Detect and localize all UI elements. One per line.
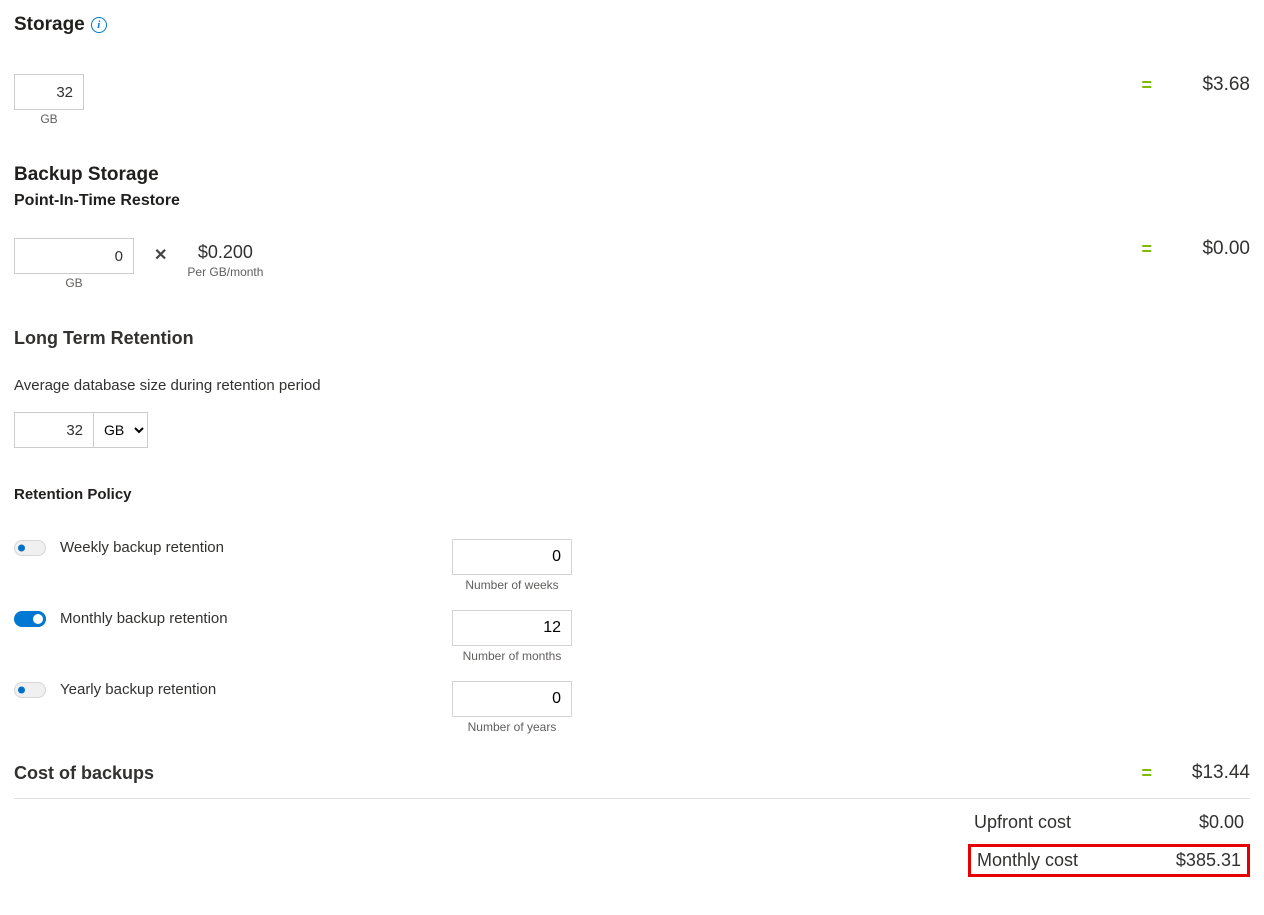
- pitr-unit: GB: [65, 276, 82, 290]
- storage-cost: $3.68: [1180, 74, 1250, 96]
- storage-input[interactable]: [14, 74, 84, 110]
- monthly-cost-value: $385.31: [1176, 850, 1241, 871]
- yearly-retention-input[interactable]: [452, 681, 572, 717]
- weekly-retention-input[interactable]: [452, 539, 572, 575]
- storage-heading: Storage i: [14, 14, 107, 36]
- avg-db-size-label: Average database size during retention p…: [14, 377, 1250, 394]
- backup-storage-heading: Backup Storage: [14, 164, 159, 186]
- monthly-cost-label: Monthly cost: [977, 850, 1078, 871]
- upfront-cost-label: Upfront cost: [974, 812, 1071, 833]
- monthly-retention-input[interactable]: [452, 610, 572, 646]
- storage-unit: GB: [40, 112, 57, 126]
- avg-db-size-unit-select[interactable]: GB: [94, 412, 148, 448]
- divider: [14, 798, 1250, 799]
- pitr-price: $0.200: [187, 238, 263, 263]
- storage-input-block: GB: [14, 74, 84, 126]
- backup-storage-title: Backup Storage: [14, 164, 159, 186]
- pitr-price-caption: Per GB/month: [187, 265, 263, 279]
- pitr-subtitle: Point-In-Time Restore: [14, 192, 1250, 210]
- pitr-input-block: GB: [14, 238, 134, 290]
- multiply-icon: ✕: [154, 238, 167, 265]
- ltr-heading: Long Term Retention: [14, 328, 1250, 349]
- upfront-cost-row: Upfront cost $0.00: [968, 809, 1250, 836]
- weekly-retention-label: Weekly backup retention: [60, 539, 224, 556]
- retention-policy-heading: Retention Policy: [14, 486, 1250, 503]
- equals-sign: =: [1141, 764, 1152, 782]
- info-icon[interactable]: i: [91, 17, 107, 33]
- equals-sign: =: [1141, 76, 1152, 94]
- avg-db-size-input[interactable]: [14, 412, 94, 448]
- yearly-retention-toggle[interactable]: [14, 682, 46, 698]
- monthly-retention-label: Monthly backup retention: [60, 610, 228, 627]
- pitr-input[interactable]: [14, 238, 134, 274]
- weekly-retention-caption: Number of weeks: [465, 578, 558, 592]
- monthly-retention-toggle[interactable]: [14, 611, 46, 627]
- upfront-cost-value: $0.00: [1199, 812, 1244, 833]
- yearly-retention-label: Yearly backup retention: [60, 681, 216, 698]
- yearly-retention-caption: Number of years: [468, 720, 557, 734]
- pitr-cost: $0.00: [1180, 238, 1250, 260]
- pitr-price-block: $0.200 Per GB/month: [187, 238, 263, 279]
- storage-title: Storage: [14, 14, 85, 36]
- monthly-retention-caption: Number of months: [463, 649, 562, 663]
- cost-of-backups-value: $13.44: [1180, 762, 1250, 784]
- monthly-cost-row: Monthly cost $385.31: [968, 844, 1250, 877]
- equals-sign: =: [1141, 240, 1152, 258]
- weekly-retention-toggle[interactable]: [14, 540, 46, 556]
- cost-of-backups-heading: Cost of backups: [14, 763, 154, 784]
- avg-db-size-group: GB: [14, 412, 148, 448]
